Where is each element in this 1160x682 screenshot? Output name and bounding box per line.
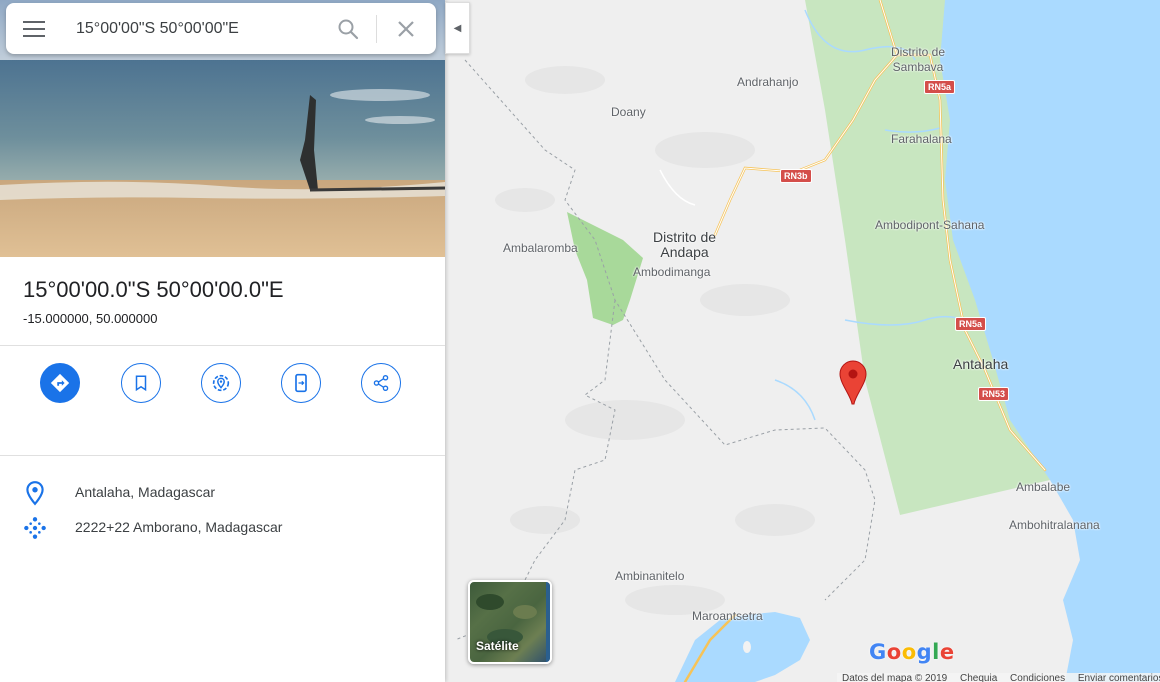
search-icon[interactable] xyxy=(336,17,360,41)
address-row[interactable]: Antalaha, Madagascar xyxy=(0,476,445,506)
divider xyxy=(0,345,445,346)
place-title: 15°00'00.0"S 50°00'00.0"E xyxy=(23,277,284,302)
collapse-panel-button[interactable]: ◀ xyxy=(445,2,470,54)
plus-code-text: 2222+22 Amborano, Madagascar xyxy=(75,519,283,535)
directions-button[interactable] xyxy=(40,363,80,403)
address-text: Antalaha, Madagascar xyxy=(75,484,216,500)
feedback-link[interactable]: Enviar comentarios xyxy=(1078,673,1160,682)
country-link[interactable]: Chequia xyxy=(960,673,997,682)
map-footer: Datos del mapa © 2019 Chequia Condicione… xyxy=(837,673,1160,682)
location-pin-icon xyxy=(26,481,44,506)
send-to-phone-icon xyxy=(295,373,307,393)
park-area-small xyxy=(567,212,643,325)
nearby-icon xyxy=(212,374,230,392)
search-box xyxy=(6,3,436,54)
divider xyxy=(0,455,445,456)
terms-link[interactable]: Condiciones xyxy=(1010,673,1065,682)
map-label-distrito-andapa[interactable]: Distrito de Andapa xyxy=(653,230,716,260)
map-label-doany[interactable]: Doany xyxy=(611,105,646,119)
map-label-ambohitralanana[interactable]: Ambohitralanana xyxy=(1009,518,1100,532)
location-marker-pin-icon[interactable] xyxy=(839,360,867,406)
side-panel: 15°00'00.0"S 50°00'00.0"E -15.000000, 50… xyxy=(0,0,445,682)
bookmark-icon xyxy=(135,375,147,392)
satellite-label: Satélite xyxy=(476,639,519,653)
save-button[interactable] xyxy=(121,363,161,403)
search-input[interactable] xyxy=(76,16,326,42)
plus-code-icon xyxy=(24,517,46,539)
map-label-ambalaromba[interactable]: Ambalaromba xyxy=(503,241,578,255)
searchbox-divider xyxy=(376,15,377,43)
map-label-farahalana[interactable]: Farahalana xyxy=(891,132,952,146)
map-label-maroantsetra[interactable]: Maroantsetra xyxy=(692,609,763,623)
caret-left-icon: ◀ xyxy=(453,22,462,34)
share-icon xyxy=(373,374,389,392)
satellite-toggle-button[interactable]: Satélite xyxy=(468,580,552,664)
decimal-coordinates: -15.000000, 50.000000 xyxy=(23,311,158,326)
map-label-ambalabe[interactable]: Ambalabe xyxy=(1016,480,1070,494)
hamburger-menu-icon[interactable] xyxy=(23,18,47,40)
google-logo: Google xyxy=(869,640,955,664)
map-label-ambodimanga[interactable]: Ambodimanga xyxy=(633,265,710,279)
map-label-ambodipont[interactable]: Ambodipont-Sahana xyxy=(875,218,984,232)
map-label-antalaha[interactable]: Antalaha xyxy=(953,357,1008,372)
map-label-andrahanjo[interactable]: Andrahanjo xyxy=(737,75,798,89)
send-to-phone-button[interactable] xyxy=(281,363,321,403)
nearby-button[interactable] xyxy=(201,363,241,403)
directions-icon xyxy=(50,373,70,393)
map-label-distrito-sambava[interactable]: Distrito de Sambava xyxy=(891,45,945,75)
close-icon[interactable] xyxy=(394,17,418,41)
road-shield-rn3b: RN3b xyxy=(780,169,812,183)
road-shield-rn5a-2: RN5a xyxy=(955,317,987,331)
plus-code-row[interactable]: 2222+22 Amborano, Madagascar xyxy=(0,511,445,541)
road-shield-rn5a: RN5a xyxy=(924,80,956,94)
map-canvas[interactable]: Andrahanjo Doany Distrito de Sambava Far… xyxy=(445,0,1160,682)
share-button[interactable] xyxy=(361,363,401,403)
map-base xyxy=(454,0,1160,682)
map-data-copyright[interactable]: Datos del mapa © 2019 xyxy=(842,673,947,682)
road-shield-rn53: RN53 xyxy=(978,387,1010,401)
map-label-ambinanitelo[interactable]: Ambinanitelo xyxy=(615,569,684,583)
